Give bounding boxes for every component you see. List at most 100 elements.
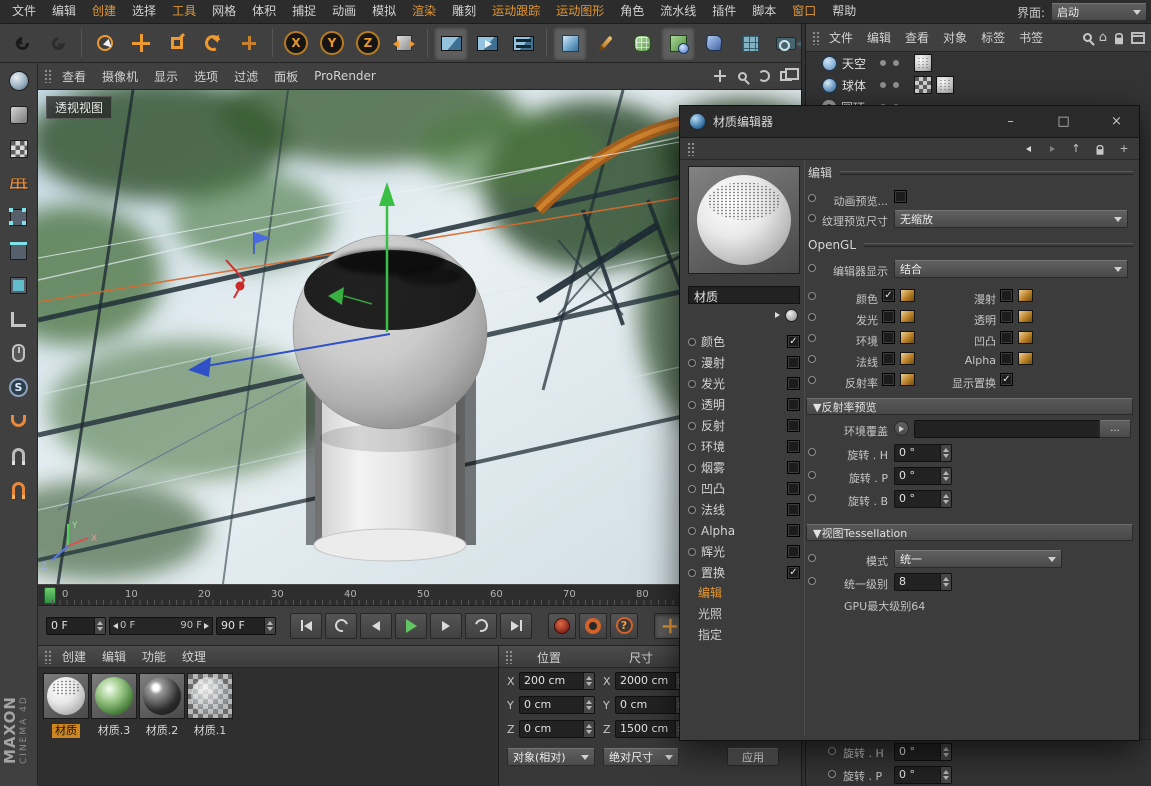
material-thumbnail[interactable] xyxy=(187,673,233,719)
channel-row-diffusion[interactable]: 漫射 xyxy=(688,352,800,373)
redo-button[interactable] xyxy=(41,26,75,60)
frame-range-slider[interactable]: 0 F 90 F xyxy=(109,617,213,635)
material-item[interactable]: 材质.1 xyxy=(186,673,234,738)
preview-expand-icon[interactable] xyxy=(775,312,780,318)
mograph-array-button[interactable] xyxy=(733,26,767,60)
go-to-next-key-button[interactable] xyxy=(465,613,497,639)
go-to-previous-frame-button[interactable] xyxy=(360,613,392,639)
close-button[interactable]: × xyxy=(1094,106,1139,137)
rotation-h-input[interactable]: 0 ° xyxy=(894,444,952,462)
gl-environment-checkbox[interactable] xyxy=(882,331,895,344)
rotation-p-input[interactable]: 0 ° xyxy=(894,766,952,784)
browse-button[interactable]: ... xyxy=(1099,420,1131,438)
y-axis-lock-button[interactable]: Y xyxy=(315,26,349,60)
gl-displacement-checkbox[interactable]: ✓ xyxy=(1000,373,1013,386)
editor-visibility-dot[interactable] xyxy=(880,60,886,66)
position-z-input[interactable]: 0 cm xyxy=(519,720,595,738)
sphere-object[interactable] xyxy=(293,235,488,430)
current-frame-input[interactable]: 0 F xyxy=(46,617,106,635)
gl-color-checkbox[interactable]: ✓ xyxy=(882,289,895,302)
channel-checkbox[interactable]: ✓ xyxy=(787,566,800,579)
viewport-solo-button[interactable] xyxy=(2,337,36,369)
texture-mode-button[interactable] xyxy=(2,133,36,165)
menu-tools[interactable]: 工具 xyxy=(164,0,204,23)
displacement-tag[interactable] xyxy=(936,76,954,94)
material-name-input[interactable]: 材质 xyxy=(688,286,800,304)
size-x-input[interactable]: 2000 cm xyxy=(615,672,687,690)
forward-arrow-icon[interactable] xyxy=(1044,141,1060,157)
menu-volume[interactable]: 体积 xyxy=(244,0,284,23)
animation-dot[interactable] xyxy=(808,194,816,202)
x-axis-lock-button[interactable]: X xyxy=(279,26,313,60)
animation-dot[interactable] xyxy=(808,292,816,300)
go-to-previous-key-button[interactable] xyxy=(325,613,357,639)
simulation-button[interactable]: S xyxy=(2,371,36,403)
lock-icon[interactable] xyxy=(1092,141,1108,157)
render-view-button[interactable] xyxy=(434,26,468,60)
section-assign[interactable]: 指定 xyxy=(688,625,800,646)
polygons-mode-button[interactable] xyxy=(2,269,36,301)
gl-reflectance-checkbox[interactable] xyxy=(882,373,895,386)
texture-tag[interactable] xyxy=(914,54,932,72)
grip-icon[interactable] xyxy=(44,650,53,664)
environment-override-input[interactable] xyxy=(914,420,1124,438)
texture-preview-size-dropdown[interactable]: 无缩放 xyxy=(894,210,1128,228)
lock-icon[interactable] xyxy=(1115,37,1123,43)
material-preview[interactable] xyxy=(688,166,800,274)
editor-display-dropdown[interactable]: 结合 xyxy=(894,260,1128,278)
object-row-sphere[interactable]: 球体 xyxy=(806,74,1151,96)
viewport-menu-cameras[interactable]: 摄像机 xyxy=(95,68,145,85)
mm-menu-create[interactable]: 创建 xyxy=(55,648,93,665)
section-illumination[interactable]: 光照 xyxy=(688,604,800,625)
channel-checkbox[interactable] xyxy=(787,482,800,495)
menu-mesh[interactable]: 网格 xyxy=(204,0,244,23)
menu-help[interactable]: 帮助 xyxy=(824,0,864,23)
pan-view-button[interactable] xyxy=(711,67,729,85)
animation-dot[interactable] xyxy=(828,747,836,755)
size-mode-dropdown[interactable]: 绝对尺寸 xyxy=(603,748,679,766)
rotation-b-input[interactable]: 0 ° xyxy=(894,490,952,508)
grip-icon[interactable] xyxy=(44,69,53,83)
channel-row-displacement[interactable]: 置换✓ xyxy=(688,562,800,583)
interface-dropdown[interactable]: 启动 xyxy=(1051,3,1147,21)
editor-visibility-dot[interactable] xyxy=(880,82,886,88)
spline-pen-button[interactable] xyxy=(589,26,623,60)
gl-alpha-checkbox[interactable] xyxy=(1000,352,1013,365)
keying-settings-button[interactable]: ? xyxy=(610,613,638,639)
channel-checkbox[interactable] xyxy=(787,356,800,369)
channel-checkbox[interactable] xyxy=(787,461,800,474)
make-editable-button[interactable] xyxy=(2,65,36,97)
menu-motion-tracker[interactable]: 运动跟踪 xyxy=(484,0,548,23)
channel-checkbox[interactable]: ✓ xyxy=(787,335,800,348)
om-menu-edit[interactable]: 编辑 xyxy=(861,29,897,46)
menu-simulate[interactable]: 模拟 xyxy=(364,0,404,23)
menu-edit[interactable]: 编辑 xyxy=(44,0,84,23)
animation-dot[interactable] xyxy=(808,376,816,384)
generator-button[interactable] xyxy=(661,26,695,60)
rotate-tool-button[interactable] xyxy=(196,26,230,60)
section-edit[interactable]: 编辑 xyxy=(688,583,800,604)
animation-dot[interactable] xyxy=(808,554,816,562)
render-settings-button[interactable] xyxy=(506,26,540,60)
z-axis-lock-button[interactable]: Z xyxy=(351,26,385,60)
animation-dot[interactable] xyxy=(808,448,816,456)
env-override-expand-button[interactable] xyxy=(894,421,909,436)
go-to-next-frame-button[interactable] xyxy=(430,613,462,639)
channel-checkbox[interactable] xyxy=(787,524,800,537)
gl-diffusion-checkbox[interactable] xyxy=(1000,289,1013,302)
menu-pipeline[interactable]: 流水线 xyxy=(652,0,704,23)
render-picture-viewer-button[interactable] xyxy=(470,26,504,60)
panel-menu-icon[interactable] xyxy=(1131,32,1145,44)
menu-select[interactable]: 选择 xyxy=(124,0,164,23)
material-item[interactable]: 材质.3 xyxy=(90,673,138,738)
channel-row-glow[interactable]: 辉光 xyxy=(688,541,800,562)
home-icon[interactable]: ⌂ xyxy=(1099,30,1107,45)
tessellation-header[interactable]: ▼视图Tessellation xyxy=(806,524,1133,541)
om-menu-view[interactable]: 查看 xyxy=(899,29,935,46)
camera-light-button[interactable] xyxy=(769,26,803,60)
material-thumbnail[interactable] xyxy=(91,673,137,719)
material-item[interactable]: 材质.2 xyxy=(138,673,186,738)
grip-icon[interactable] xyxy=(505,650,514,664)
coordinate-mode-dropdown[interactable]: 对象(相对) xyxy=(507,748,595,766)
animation-dot[interactable] xyxy=(808,214,816,222)
